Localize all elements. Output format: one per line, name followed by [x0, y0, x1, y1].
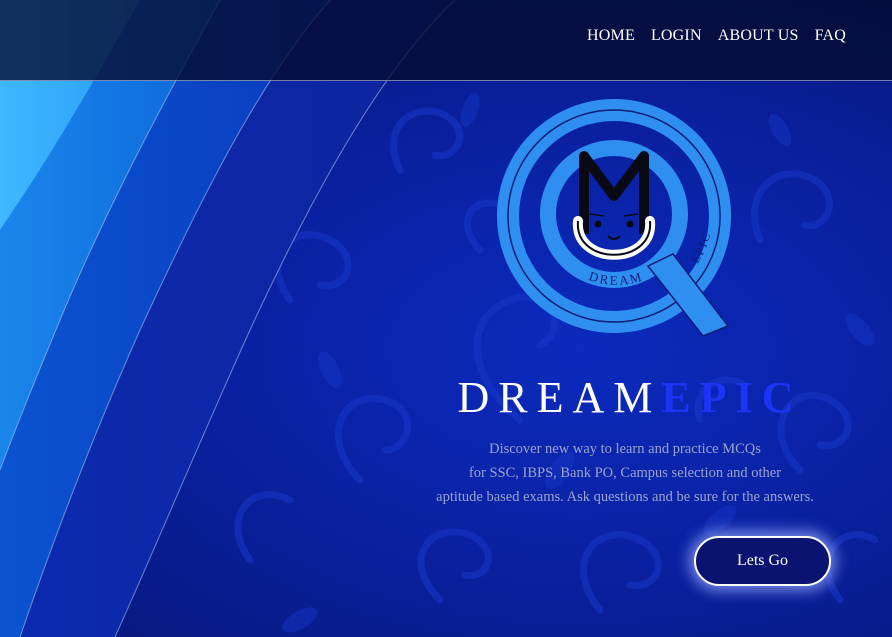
nav-faq-link[interactable]: FAQ [815, 27, 846, 45]
brand-title-part2: EPIC [661, 373, 803, 422]
nav-login-link[interactable]: LOGIN [651, 27, 702, 45]
tagline-line-1: Discover new way to learn and practice M… [489, 441, 761, 457]
lets-go-button[interactable]: Lets Go [694, 536, 831, 586]
brand-title-part1: DREAM [457, 373, 662, 422]
tagline-line-3: aptitude based exams. Ask questions and … [436, 489, 814, 505]
nav-home-link[interactable]: HOME [587, 27, 635, 45]
tagline-line-2: for SSC, IBPS, Bank PO, Campus selection… [468, 465, 782, 481]
brand-title: DREAMEPIC [440, 372, 820, 423]
logo-ring-text-bottom: DREAM [587, 268, 645, 288]
main-nav: HOME LOGIN ABOUT US FAQ [587, 27, 846, 45]
landing-page: HOME LOGIN ABOUT US FAQ DREAM EPIC DREAM… [0, 0, 892, 637]
hero-tagline: Discover new way to learn and practice M… [400, 437, 850, 509]
logo-letter-m [579, 151, 649, 234]
nav-about-us-link[interactable]: ABOUT US [718, 27, 799, 45]
dreamepic-logo: DREAM EPIC [497, 99, 731, 337]
top-navbar: HOME LOGIN ABOUT US FAQ [0, 0, 892, 81]
